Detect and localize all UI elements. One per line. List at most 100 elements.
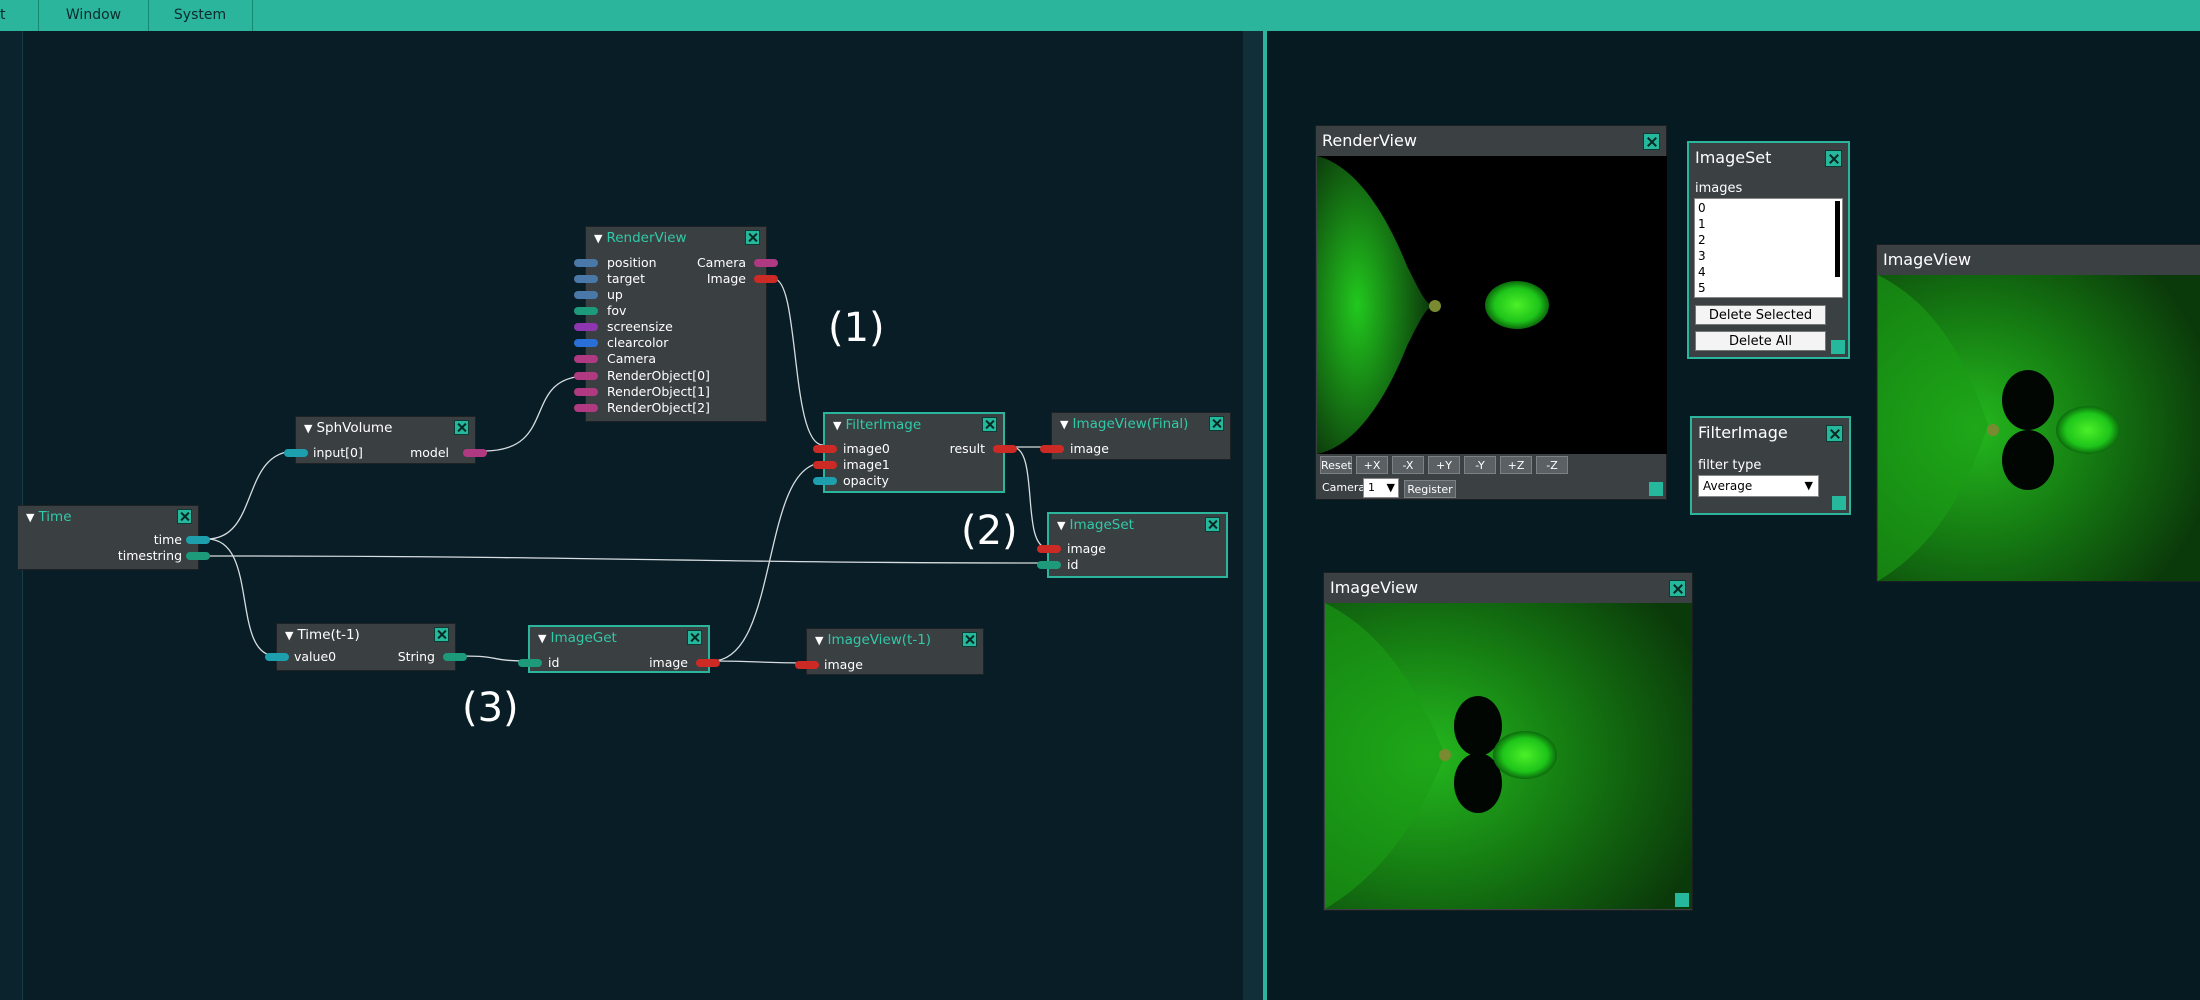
input-pin-image[interactable]	[1040, 445, 1064, 453]
close-icon[interactable]	[1205, 517, 1220, 532]
render-viewport[interactable]	[1317, 156, 1667, 454]
delete-selected-button[interactable]: Delete Selected	[1695, 305, 1826, 325]
close-icon[interactable]	[434, 627, 449, 642]
output-pin-image[interactable]	[696, 659, 720, 667]
list-item[interactable]: 1	[1698, 216, 1706, 232]
camera-select[interactable]: 1 ▼	[1363, 478, 1399, 498]
input-pin-clearcolor[interactable]	[574, 339, 598, 347]
images-listbox[interactable]: 0 1 2 3 4 5	[1694, 198, 1843, 298]
node-time-t1[interactable]: ▼ Time(t-1) value0 String	[265, 623, 467, 671]
panel-header[interactable]: ImageView	[1324, 573, 1692, 603]
camera-minus-z-button[interactable]: -Z	[1536, 456, 1568, 474]
collapse-triangle-icon[interactable]: ▼	[815, 634, 823, 647]
list-item[interactable]: 5	[1698, 280, 1706, 296]
input-pin-id[interactable]	[518, 659, 542, 667]
node-imageview-final[interactable]: ▼ ImageView(Final) image	[1040, 412, 1231, 460]
node-imageview-t1[interactable]: ▼ ImageView(t-1) image	[795, 628, 984, 675]
input-pin-screensize[interactable]	[574, 323, 598, 331]
close-icon[interactable]	[1826, 425, 1843, 442]
node-header[interactable]: ▼ ImageView(Final)	[1052, 413, 1230, 435]
node-header[interactable]: ▼ SphVolume	[296, 417, 475, 439]
camera-plus-y-button[interactable]: +Y	[1428, 456, 1460, 474]
input-pin-input0[interactable]	[284, 449, 308, 457]
resize-handle[interactable]	[1675, 893, 1689, 907]
camera-minus-y-button[interactable]: -Y	[1464, 456, 1496, 474]
output-pin-timestring[interactable]	[186, 552, 210, 560]
panel-filterimage[interactable]: FilterImage filter type Average ▼	[1690, 416, 1851, 515]
input-pin-image0[interactable]	[813, 445, 837, 453]
input-pin-fov[interactable]	[574, 307, 598, 315]
resize-handle[interactable]	[1832, 496, 1846, 510]
collapse-triangle-icon[interactable]: ▼	[538, 632, 546, 645]
collapse-triangle-icon[interactable]: ▼	[304, 422, 312, 435]
input-pin-renderobject2[interactable]	[574, 404, 598, 412]
close-icon[interactable]	[177, 509, 192, 524]
panel-header[interactable]: FilterImage	[1692, 418, 1849, 448]
camera-plus-z-button[interactable]: +Z	[1500, 456, 1532, 474]
node-header[interactable]: ▼ ImageView(t-1)	[807, 629, 983, 651]
panel-imageset[interactable]: ImageSet images 0 1 2 3 4 5 Delete Selec…	[1687, 141, 1850, 359]
input-pin-opacity[interactable]	[813, 477, 837, 485]
panel-header[interactable]: ImageView	[1877, 245, 2200, 275]
close-icon[interactable]	[1669, 580, 1686, 597]
output-pin-time[interactable]	[186, 536, 210, 544]
scrollbar[interactable]	[1835, 201, 1840, 277]
input-pin-up[interactable]	[574, 291, 598, 299]
menu-item-window[interactable]: Window	[39, 0, 149, 31]
panel-splitter[interactable]	[1243, 31, 1263, 1000]
input-pin-renderobject0[interactable]	[574, 372, 598, 380]
close-icon[interactable]	[687, 630, 702, 645]
menu-item-edit[interactable]: t	[0, 0, 39, 31]
node-imageget[interactable]: ▼ ImageGet id image	[518, 625, 720, 673]
output-pin-image[interactable]	[754, 275, 778, 283]
camera-plus-x-button[interactable]: +X	[1356, 456, 1388, 474]
collapse-triangle-icon[interactable]: ▼	[285, 629, 293, 642]
close-icon[interactable]	[1643, 133, 1660, 150]
close-icon[interactable]	[982, 417, 997, 432]
input-pin-renderobject1[interactable]	[574, 388, 598, 396]
node-imageset[interactable]: ▼ ImageSet image id	[1037, 512, 1228, 578]
panel-imageview-bottom[interactable]: ImageView	[1323, 572, 1693, 911]
panel-imageview-right[interactable]: ImageView	[1876, 244, 2200, 582]
resize-handle[interactable]	[1831, 340, 1845, 354]
close-icon[interactable]	[1825, 150, 1842, 167]
close-icon[interactable]	[454, 420, 469, 435]
output-pin-result[interactable]	[993, 445, 1017, 453]
input-pin-value0[interactable]	[265, 653, 289, 661]
input-pin-camera[interactable]	[574, 355, 598, 363]
collapse-triangle-icon[interactable]: ▼	[1057, 519, 1065, 532]
node-header[interactable]: ▼ Time(t-1)	[277, 624, 455, 646]
node-renderview[interactable]: ▼ RenderView position target up fov scree…	[574, 226, 778, 422]
node-header[interactable]: ▼ RenderView	[586, 227, 766, 249]
delete-all-button[interactable]: Delete All	[1695, 331, 1826, 351]
collapse-triangle-icon[interactable]: ▼	[594, 232, 602, 245]
camera-reset-button[interactable]: Reset	[1320, 456, 1352, 474]
list-item[interactable]: 0	[1698, 200, 1706, 216]
input-pin-position[interactable]	[574, 259, 598, 267]
node-header[interactable]: ▼ ImageGet	[530, 627, 708, 649]
collapse-triangle-icon[interactable]: ▼	[1060, 418, 1068, 431]
panel-header[interactable]: RenderView	[1316, 126, 1666, 156]
input-pin-image1[interactable]	[813, 461, 837, 469]
output-pin-model[interactable]	[463, 449, 487, 457]
input-pin-target[interactable]	[574, 275, 598, 283]
close-icon[interactable]	[745, 230, 760, 245]
input-pin-image[interactable]	[1037, 545, 1061, 553]
node-header[interactable]: ▼ FilterImage	[825, 414, 1003, 436]
node-filterimage[interactable]: ▼ FilterImage image0 image1 opacity resul…	[813, 412, 1017, 493]
camera-register-button[interactable]: Register	[1404, 480, 1456, 498]
list-item[interactable]: 3	[1698, 248, 1706, 264]
input-pin-image[interactable]	[795, 661, 819, 669]
output-pin-string[interactable]	[443, 653, 467, 661]
list-item[interactable]: 4	[1698, 264, 1706, 280]
close-icon[interactable]	[962, 632, 977, 647]
collapse-triangle-icon[interactable]: ▼	[26, 511, 34, 524]
menu-item-system[interactable]: System	[148, 0, 253, 31]
node-sphvolume[interactable]: ▼ SphVolume input[0] model	[284, 416, 487, 464]
input-pin-id[interactable]	[1037, 561, 1061, 569]
list-item[interactable]: 2	[1698, 232, 1706, 248]
node-header[interactable]: ▼ Time	[18, 506, 198, 528]
resize-handle[interactable]	[1649, 482, 1663, 496]
panel-header[interactable]: ImageSet	[1689, 143, 1848, 173]
panel-renderview[interactable]: RenderView Reset +X -X +Y -Y +Z -Z Camer…	[1315, 125, 1667, 500]
